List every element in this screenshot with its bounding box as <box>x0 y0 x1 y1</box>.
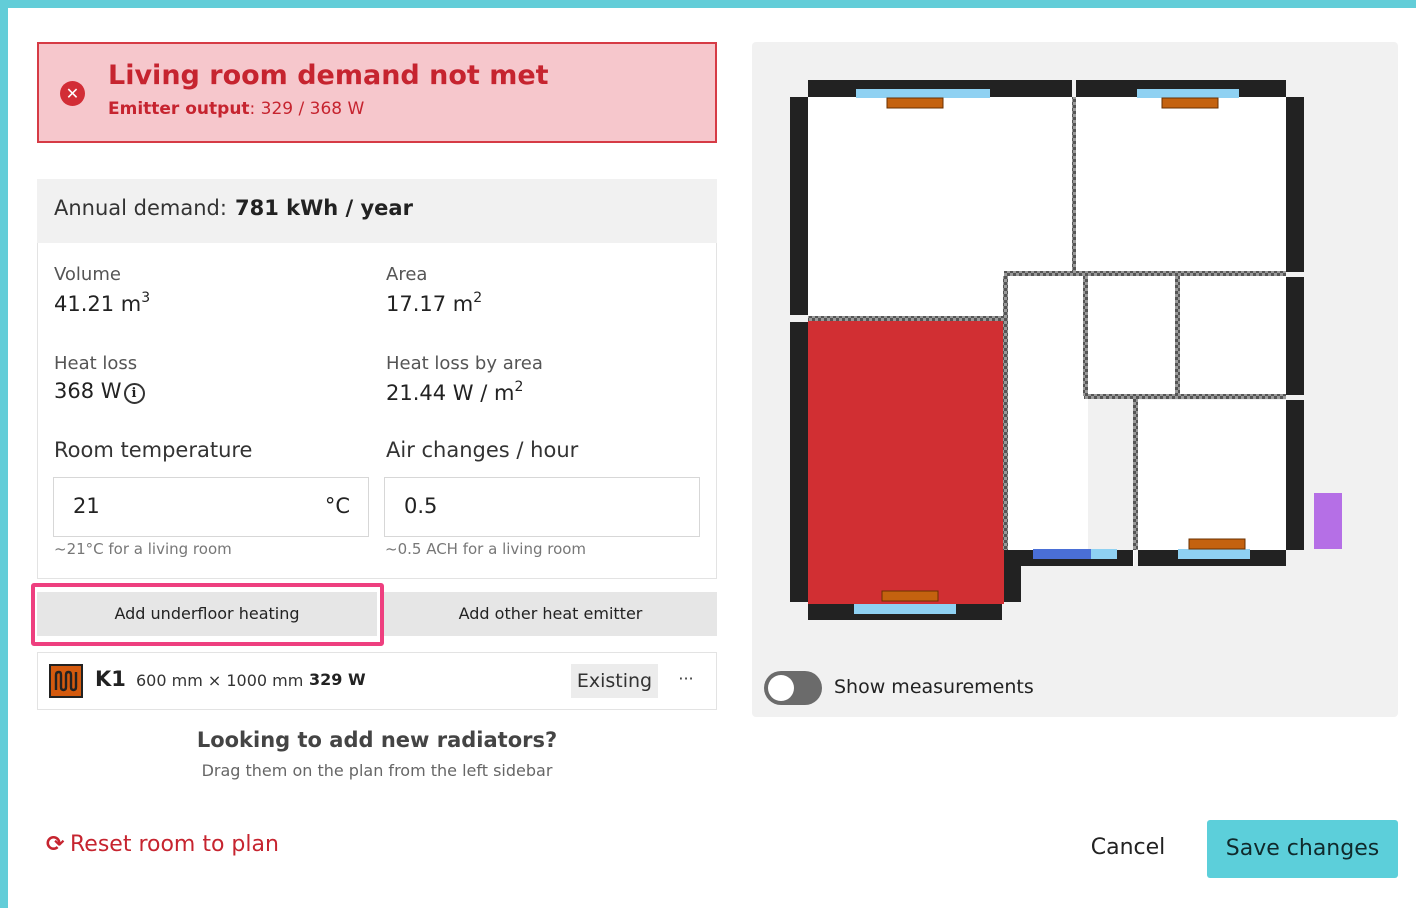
volume-label: Volume <box>54 264 121 285</box>
demand-alert <box>37 42 717 143</box>
heat-loss-by-area-label: Heat loss by area <box>386 353 543 374</box>
room-temperature-hint: ~21°C for a living room <box>54 540 232 558</box>
help-subtitle: Drag them on the plan from the left side… <box>201 761 553 780</box>
window <box>1091 549 1117 559</box>
heat-pump-marker[interactable] <box>1314 493 1342 549</box>
wall <box>1004 550 1021 602</box>
area-label: Area <box>386 264 428 285</box>
wall <box>1286 277 1304 395</box>
highlight-box <box>31 583 384 646</box>
volume-value: 41.21 m3 <box>54 290 151 316</box>
alert-output: Emitter output: 329 / 368 W <box>108 99 364 119</box>
room-top-right[interactable] <box>1076 97 1286 273</box>
top-accent-border <box>0 0 1416 8</box>
wall <box>790 97 808 315</box>
wall <box>1286 400 1304 550</box>
room-small-1[interactable] <box>1087 276 1177 396</box>
refresh-icon: ⟳ <box>46 832 65 857</box>
air-changes-label: Air changes / hour <box>386 438 579 462</box>
reset-room-button[interactable]: ⟳ Reset room to plan <box>46 832 279 857</box>
heat-loss-value: 368 Wi <box>54 379 145 404</box>
reset-room-label: Reset room to plan <box>70 832 279 857</box>
room-temperature-value: 21 <box>73 494 100 518</box>
emitter-output: 329 W <box>309 670 366 689</box>
emitter-status-badge: Existing <box>571 664 658 698</box>
room-temperature-input[interactable]: 21 °C <box>53 477 369 537</box>
help-title: Looking to add new radiators? <box>196 728 558 752</box>
annual-demand-value: 781 kWh / year <box>234 196 413 220</box>
room-temperature-label: Room temperature <box>54 438 253 462</box>
room-hall[interactable] <box>1008 276 1088 550</box>
window <box>854 604 956 614</box>
door <box>1033 549 1091 559</box>
add-other-heat-emitter-button[interactable]: Add other heat emitter <box>384 592 717 636</box>
wall <box>790 322 808 602</box>
cancel-button[interactable]: Cancel <box>1078 820 1178 876</box>
window <box>856 89 990 98</box>
internal-wall <box>1133 398 1138 550</box>
air-changes-input[interactable]: 0.5 <box>384 477 700 537</box>
underfloor-marker[interactable] <box>881 590 939 602</box>
alert-title: Living room demand not met <box>108 60 549 91</box>
internal-wall <box>1175 276 1180 396</box>
error-x-icon: ✕ <box>60 81 85 106</box>
emitter-size: 600 mm × 1000 mm <box>136 671 304 690</box>
heat-loss-by-area-value: 21.44 W / m2 <box>386 379 524 405</box>
internal-wall <box>1003 276 1008 550</box>
internal-wall <box>1004 271 1286 276</box>
air-changes-value: 0.5 <box>404 494 438 518</box>
internal-wall <box>1083 276 1088 396</box>
internal-wall <box>808 316 1004 321</box>
internal-wall <box>1084 394 1286 399</box>
annual-demand: Annual demand: 781 kWh / year <box>54 196 413 220</box>
air-changes-hint: ~0.5 ACH for a living room <box>385 540 587 558</box>
internal-wall <box>1072 97 1076 273</box>
info-icon[interactable]: i <box>123 383 145 404</box>
alert-output-label: Emitter output <box>108 99 250 119</box>
alert-output-value: : 329 / 368 W <box>249 99 365 119</box>
radiator-marker[interactable] <box>1188 538 1246 550</box>
heat-loss-label: Heat loss <box>54 353 138 374</box>
annual-demand-label: Annual demand: <box>54 196 227 220</box>
room-bottom-right[interactable] <box>1138 400 1286 550</box>
room-small-2[interactable] <box>1180 276 1286 396</box>
emitter-name: K1 <box>95 667 126 691</box>
floor-plan[interactable] <box>752 42 1398 717</box>
wall <box>1286 97 1304 272</box>
window <box>1137 89 1239 98</box>
radiator-marker[interactable] <box>886 97 944 109</box>
more-options-button[interactable]: ··· <box>673 664 699 698</box>
toggle-knob <box>768 675 794 701</box>
room-living-selected[interactable] <box>808 320 1004 604</box>
underfloor-heating-icon <box>49 664 83 698</box>
save-changes-button[interactable]: Save changes <box>1207 820 1398 878</box>
radiator-marker[interactable] <box>1161 97 1219 109</box>
area-value: 17.17 m2 <box>386 290 483 316</box>
window <box>1178 549 1250 559</box>
room-temperature-unit: °C <box>324 494 350 518</box>
left-accent-border <box>0 0 8 908</box>
show-measurements-label: Show measurements <box>834 676 1034 698</box>
